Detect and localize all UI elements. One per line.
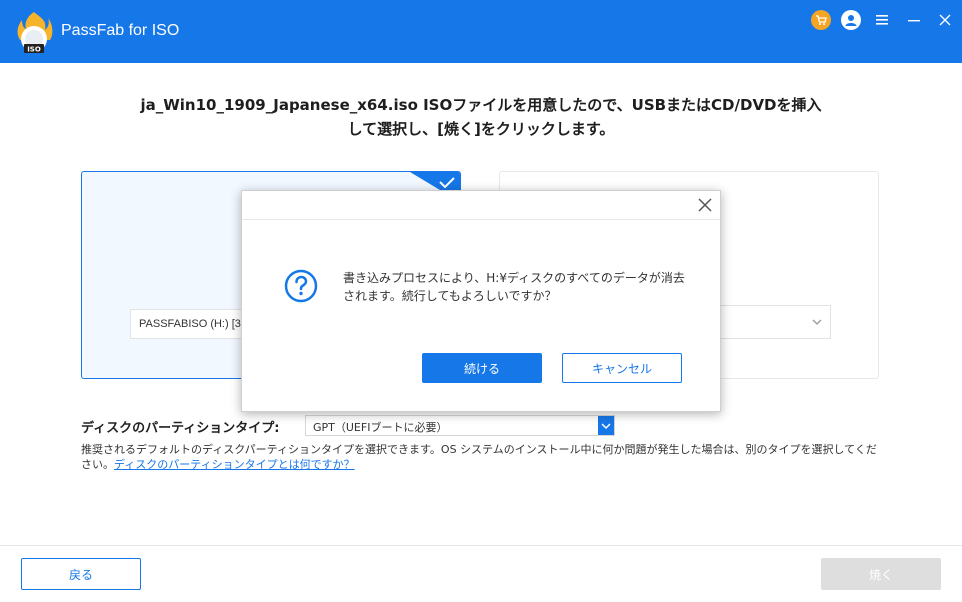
cancel-button[interactable]: キャンセル	[562, 353, 682, 383]
cd-drive-select[interactable]	[706, 305, 831, 339]
title-bar: ISO PassFab for ISO	[0, 0, 962, 63]
app-logo: ISO	[17, 12, 53, 54]
cart-icon[interactable]	[811, 10, 831, 30]
footer-divider	[0, 545, 962, 546]
partition-type-select[interactable]: GPT（UEFIブートに必要）	[305, 415, 615, 436]
menu-icon[interactable]	[872, 10, 892, 30]
app-title: PassFab for ISO	[61, 22, 180, 39]
burn-button[interactable]: 焼く	[821, 558, 941, 590]
dialog-close-icon[interactable]	[697, 197, 713, 213]
partition-help-text: 推奨されるデフォルトのディスクパーティションタイプを選択できます。OS システム…	[81, 442, 881, 472]
question-icon	[284, 269, 318, 303]
logo-text: ISO	[27, 46, 41, 54]
partition-type-label: ディスクのパーティションタイプ:	[81, 421, 280, 436]
partition-help-link[interactable]: ディスクのパーティションタイプとは何ですか？	[114, 458, 355, 471]
chevron-down-icon[interactable]	[598, 416, 614, 435]
confirm-dialog: 書き込みプロセスにより、H:¥ディスクのすべてのデータが消去されます。続行しても…	[241, 190, 721, 412]
close-icon[interactable]	[935, 10, 955, 30]
dialog-header-divider	[242, 219, 720, 220]
user-icon[interactable]	[841, 10, 861, 30]
minimize-icon[interactable]	[904, 10, 924, 30]
back-button[interactable]: 戻る	[21, 558, 141, 590]
continue-button[interactable]: 続ける	[422, 353, 542, 383]
dialog-message: 書き込みプロセスにより、H:¥ディスクのすべてのデータが消去されます。続行しても…	[343, 271, 685, 303]
headline-line-1: ja_Win10_1909_Japanese_x64.iso ISOファイルを用…	[140, 96, 822, 114]
chevron-down-icon	[812, 319, 822, 325]
instruction-headline: ja_Win10_1909_Japanese_x64.iso ISOファイルを用…	[80, 93, 882, 141]
headline-line-2: して選択し、[焼く]をクリックします。	[347, 120, 615, 138]
partition-type-value: GPT（UEFIブートに必要）	[313, 421, 448, 434]
